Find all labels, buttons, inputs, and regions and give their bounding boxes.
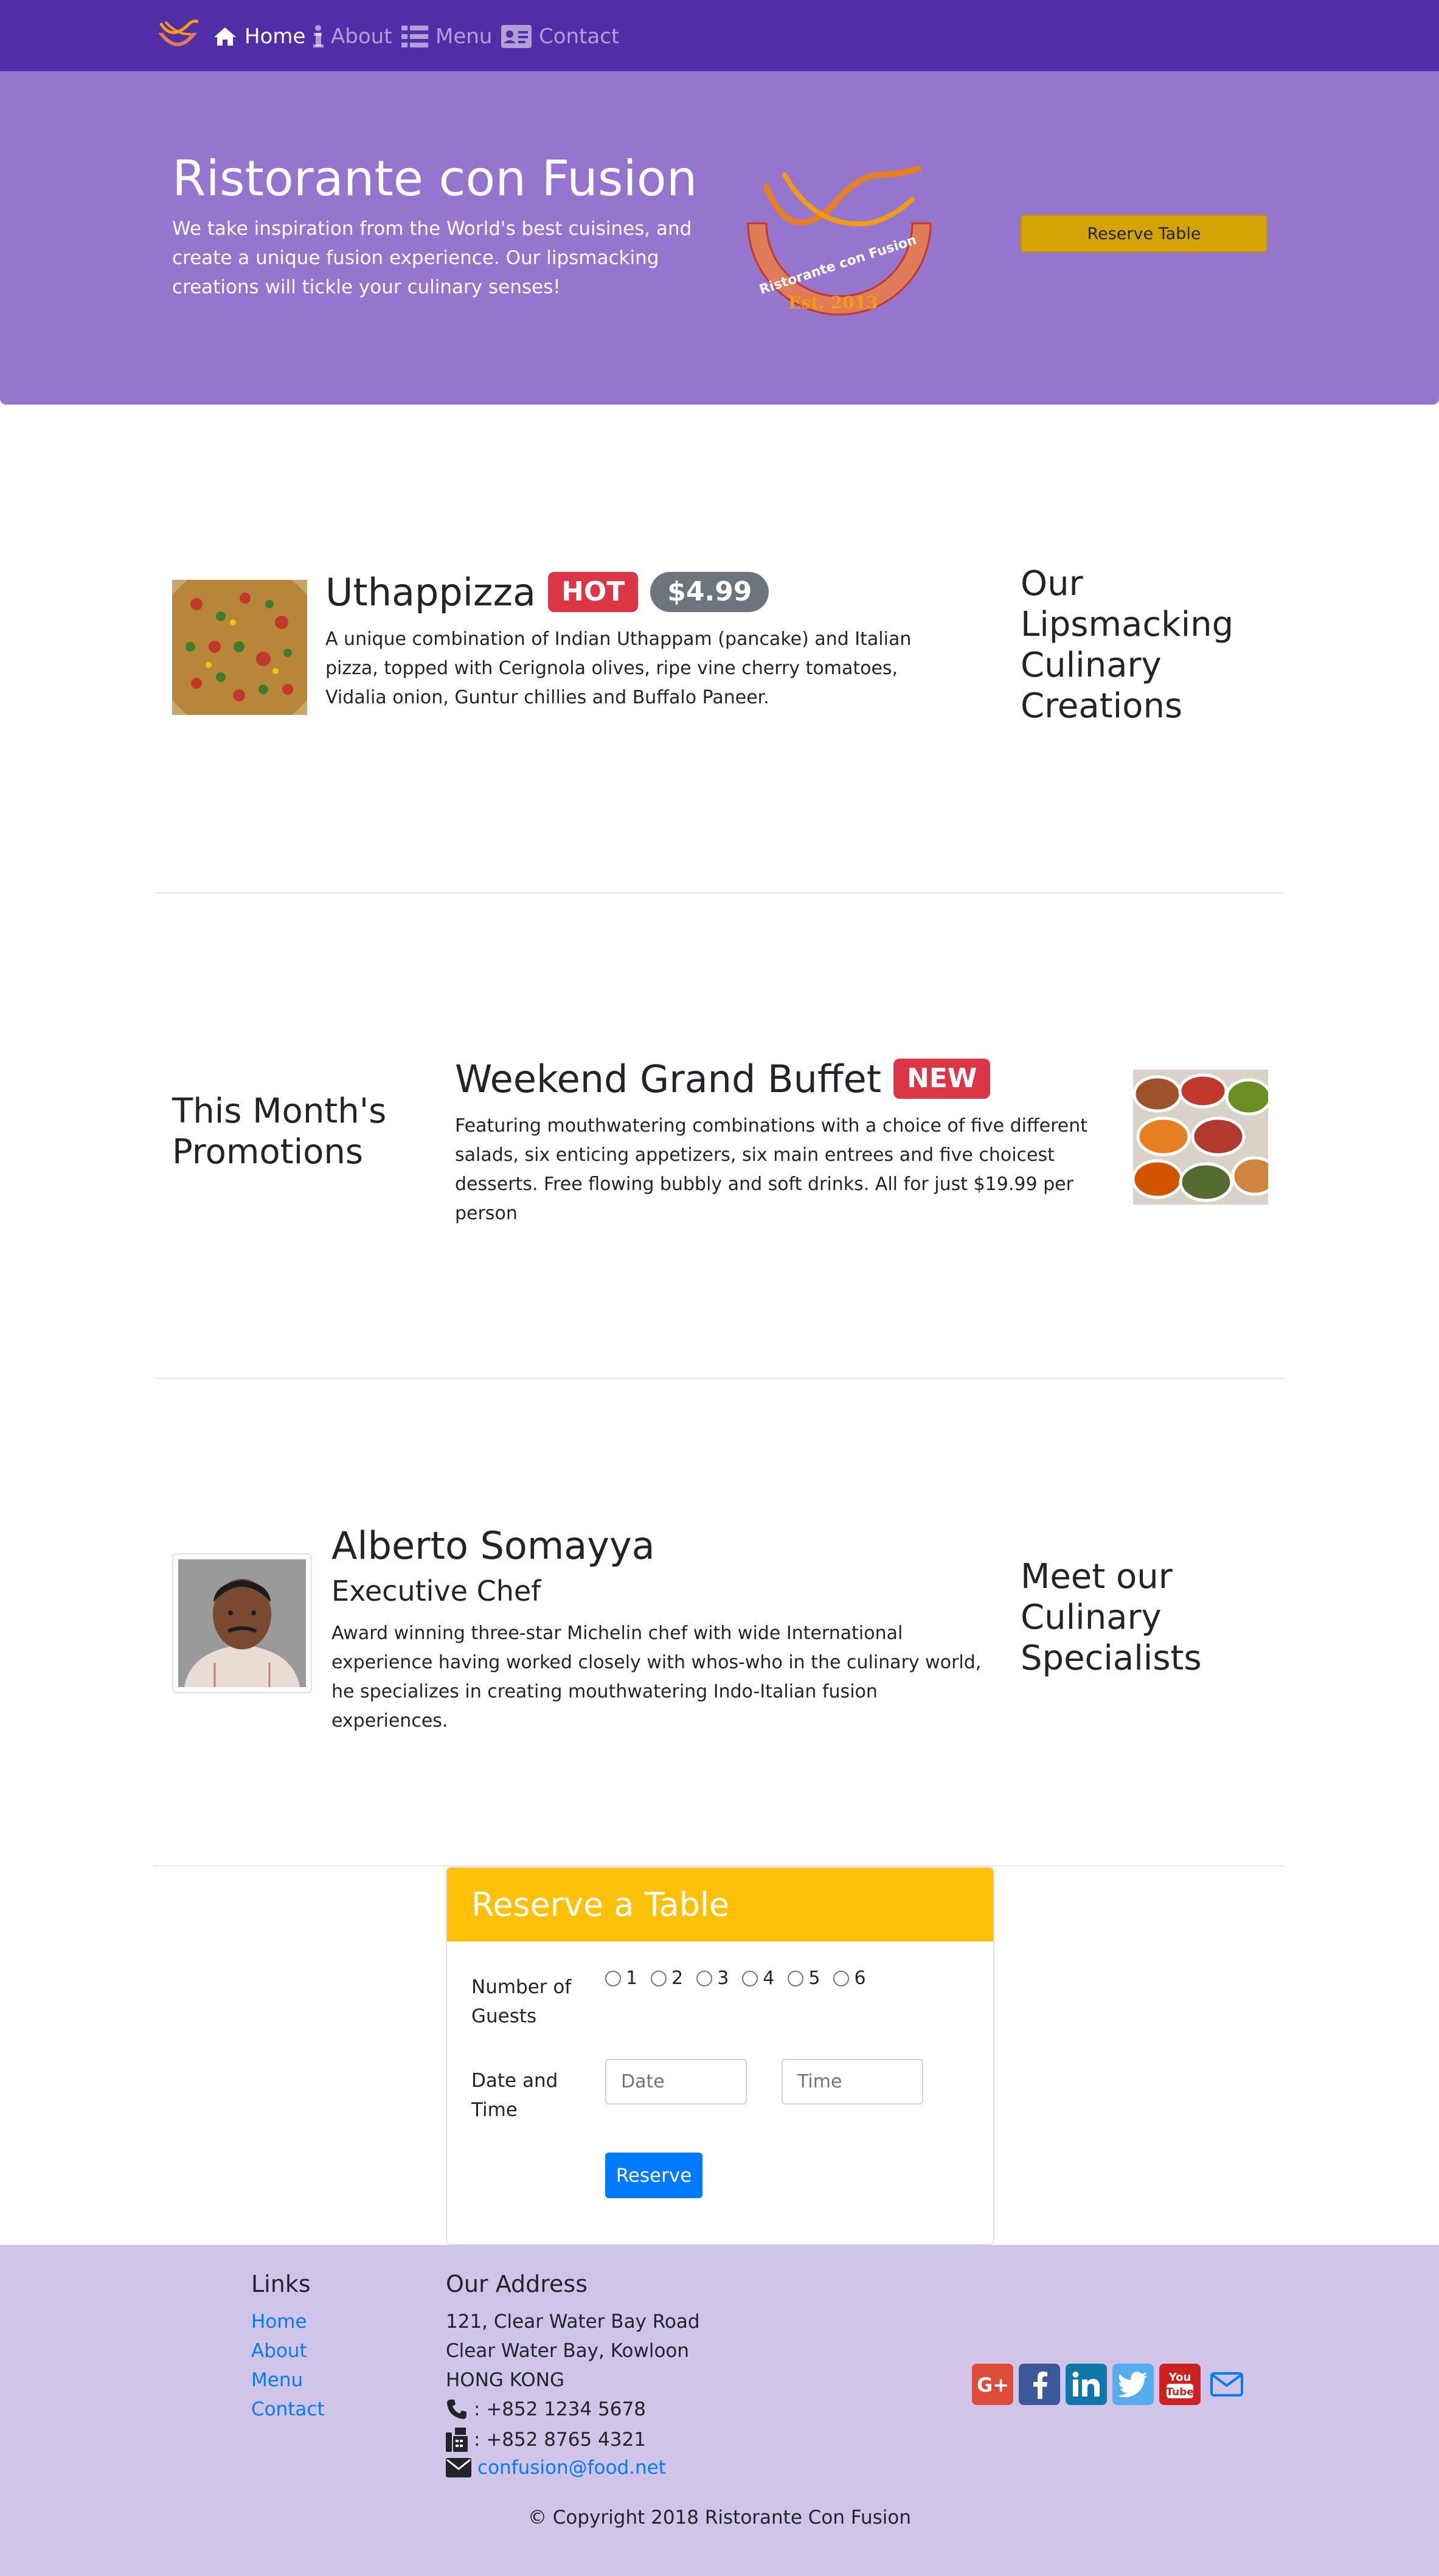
- guest-option-label: 4: [763, 1968, 775, 1989]
- footer-link-contact[interactable]: Contact: [251, 2398, 325, 2420]
- divider: [154, 1378, 1285, 1379]
- specialists-section-title: Meet our Culinary Specialists: [1021, 1557, 1202, 1678]
- price-badge: $4.99: [650, 572, 769, 612]
- guest-option-label: 6: [854, 1968, 866, 1989]
- dish-name: Uthappizza: [325, 569, 536, 614]
- page-title: Ristorante con Fusion: [172, 150, 698, 207]
- guests-label: Number of Guests: [471, 1976, 572, 2027]
- nav-home[interactable]: Home: [213, 22, 305, 51]
- dish-description: A unique combination of Indian Uthappam …: [325, 628, 912, 708]
- reserve-card: Reserve a Table Number of Guests 1 2 3 4…: [446, 1867, 994, 2245]
- footer-link-home[interactable]: Home: [251, 2311, 307, 2333]
- copyright: © Copyright 2018 Ristorante Con Fusion: [527, 2507, 912, 2529]
- hot-badge: HOT: [548, 572, 639, 612]
- phone-number: : +852 1234 5678: [474, 2398, 646, 2420]
- reserve-table-button[interactable]: Reserve Table: [1021, 215, 1267, 252]
- guest-option-label: 3: [717, 1968, 729, 1989]
- radio-button[interactable]: [788, 1970, 804, 1986]
- radio-button[interactable]: [742, 1970, 758, 1986]
- nav-about[interactable]: About: [313, 22, 392, 51]
- jumbotron-text: We take inspiration from the World's bes…: [172, 218, 692, 298]
- email-row: confusion@food.net: [446, 2457, 666, 2479]
- radio-button[interactable]: [651, 1970, 667, 1986]
- radio-button[interactable]: [605, 1970, 621, 1986]
- dishes-section-title: Our Lipsmacking Culinary Creations: [1021, 564, 1234, 726]
- brand-logo[interactable]: [153, 17, 202, 55]
- phone-icon: [447, 2400, 466, 2419]
- new-badge: NEW: [893, 1059, 991, 1099]
- uthappizza-image: [172, 580, 307, 715]
- logo-est-text: Est. 2013: [788, 293, 878, 313]
- promotions-section-title: This Month's Promotions: [172, 1091, 387, 1172]
- navbar: Home About Menu Contact: [0, 0, 1439, 71]
- home-icon: [214, 27, 236, 46]
- guest-option-4[interactable]: 4: [742, 1968, 774, 1989]
- address-line: Clear Water Bay, Kowloon: [446, 2340, 690, 2362]
- guest-option-label: 2: [671, 1968, 684, 1989]
- date-input[interactable]: Date: [605, 2059, 747, 2104]
- nav-menu-label: Menu: [435, 24, 493, 49]
- promotion-heading: Weekend Grand Buffet NEW: [455, 1053, 991, 1105]
- radio-button[interactable]: [833, 1970, 850, 1986]
- address-line: HONG KONG: [446, 2369, 565, 2391]
- linkedin-icon[interactable]: [1066, 2364, 1107, 2405]
- address-line: 121, Clear Water Bay Road: [446, 2311, 700, 2333]
- nav-menu[interactable]: Menu: [401, 22, 492, 51]
- guests-radio-group: 1 2 3 4 5 6: [605, 1968, 879, 1989]
- svg-text:G+: G+: [977, 2373, 1009, 2397]
- guest-option-2[interactable]: 2: [651, 1968, 683, 1989]
- footer-link-about[interactable]: About: [251, 2340, 307, 2362]
- buffet-image: [1133, 1070, 1268, 1205]
- info-icon: [313, 25, 324, 47]
- chef-photo: [172, 1553, 312, 1693]
- guest-option-1[interactable]: 1: [605, 1968, 637, 1989]
- mail-icon[interactable]: [1206, 2364, 1247, 2405]
- envelope-icon: [446, 2458, 471, 2477]
- guest-option-3[interactable]: 3: [696, 1968, 729, 1989]
- fax-icon: [446, 2428, 468, 2452]
- fax-row: : +852 8765 4321: [446, 2428, 646, 2452]
- youtube-icon[interactable]: You Tube: [1159, 2364, 1201, 2405]
- email-link[interactable]: confusion@food.net: [477, 2457, 666, 2479]
- chef-description: Award winning three-star Michelin chef w…: [331, 1623, 982, 1732]
- guest-option-label: 5: [808, 1968, 820, 1989]
- guest-option-6[interactable]: 6: [833, 1968, 866, 1989]
- twitter-icon[interactable]: [1112, 2364, 1154, 2405]
- time-input[interactable]: Time: [782, 2059, 923, 2104]
- svg-text:Tube: Tube: [1166, 2386, 1194, 2398]
- reserve-submit-button[interactable]: Reserve: [605, 2153, 702, 2198]
- chef-name: Alberto Somayya: [331, 1523, 655, 1568]
- divider: [154, 893, 1285, 894]
- jumbotron: Ristorante con Fusion We take inspiratio…: [0, 71, 1439, 405]
- phone-row: : +852 1234 5678: [446, 2398, 646, 2420]
- footer-address-heading: Our Address: [446, 2271, 588, 2297]
- svg-text:You: You: [1168, 2371, 1191, 2384]
- dish-heading: Uthappizza HOT $4.99: [325, 566, 769, 618]
- footer-links-heading: Links: [251, 2271, 311, 2297]
- guest-option-5[interactable]: 5: [788, 1968, 820, 1989]
- nav-home-label: Home: [244, 24, 306, 49]
- radio-button[interactable]: [696, 1970, 713, 1986]
- footer-link-menu[interactable]: Menu: [251, 2369, 303, 2391]
- reserve-card-title: Reserve a Table: [447, 1868, 993, 1941]
- chef-designation: Executive Chef: [331, 1575, 541, 1607]
- list-icon: [401, 26, 428, 47]
- datetime-label: Date and Time: [471, 2070, 558, 2121]
- nav-contact-label: Contact: [539, 24, 620, 49]
- google-plus-icon[interactable]: G+: [972, 2364, 1013, 2405]
- promotion-description: Featuring mouthwatering combinations wit…: [455, 1115, 1088, 1224]
- guest-option-label: 1: [626, 1968, 638, 1989]
- nav-about-label: About: [331, 24, 392, 49]
- fax-number: : +852 8765 4321: [474, 2429, 646, 2451]
- restaurant-logo: Ristorante con Fusion Est. 2013: [747, 165, 932, 316]
- nav-contact[interactable]: Contact: [501, 22, 619, 51]
- facebook-icon[interactable]: [1019, 2364, 1060, 2405]
- address-card-icon: [501, 25, 532, 48]
- promotion-name: Weekend Grand Buffet: [455, 1056, 882, 1101]
